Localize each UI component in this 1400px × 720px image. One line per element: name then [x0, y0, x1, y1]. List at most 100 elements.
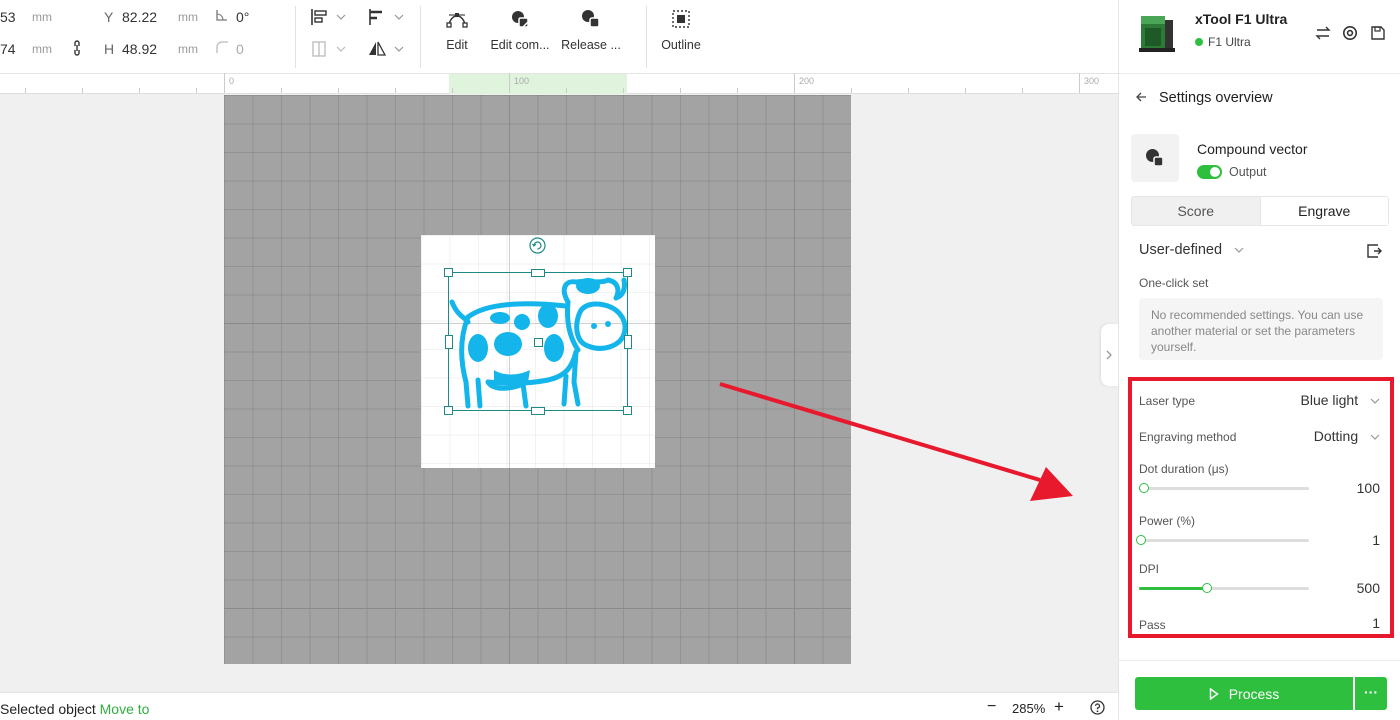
output-label: Output: [1229, 165, 1267, 179]
preset-dropdown[interactable]: User-defined: [1139, 242, 1244, 258]
selection-box[interactable]: [444, 268, 632, 415]
processing-mode-tabs: Score Engrave: [1131, 196, 1389, 226]
power-row: Power (%) 1: [1135, 512, 1382, 552]
resize-handle-bottom-left[interactable]: [444, 406, 453, 415]
canvas-area[interactable]: [0, 95, 1118, 692]
dpi-value[interactable]: 500: [1357, 580, 1380, 596]
ruler-tick: [680, 88, 681, 93]
switch-device-icon[interactable]: [1314, 24, 1332, 42]
slider-knob[interactable]: [1135, 535, 1146, 545]
tab-engrave[interactable]: Engrave: [1259, 197, 1388, 225]
device-image: [1139, 16, 1175, 52]
w-unit: mm: [32, 42, 52, 56]
ruler-tick: [737, 88, 738, 93]
tab-score[interactable]: Score: [1132, 197, 1260, 225]
laser-type-dropdown[interactable]: Blue light: [1301, 392, 1380, 408]
zoom-level[interactable]: 285%: [1012, 701, 1045, 716]
export-preset-icon[interactable]: [1365, 242, 1383, 260]
slider-knob[interactable]: [1139, 483, 1150, 493]
ruler-tick: [25, 88, 26, 93]
h-label: H: [104, 41, 115, 57]
arrange-dropdown[interactable]: [368, 8, 410, 31]
dpi-row: DPI 500: [1139, 560, 1382, 600]
dot-duration-value[interactable]: 100: [1357, 480, 1380, 496]
dot-duration-slider[interactable]: [1139, 483, 1309, 493]
panel-collapse-tab[interactable]: [1101, 324, 1118, 386]
power-value[interactable]: 1: [1372, 532, 1380, 548]
resize-handle-left[interactable]: [445, 335, 453, 349]
chevron-down-icon: [1370, 398, 1380, 405]
laser-type-row: Laser type Blue light: [1139, 392, 1382, 412]
engraving-method-value: Dotting: [1313, 428, 1359, 444]
top-toolbar: 53 mm Y 82.22 mm 0° 74 mm H 48.92 mm 0 E…: [0, 0, 1118, 74]
horizontal-ruler: 0 100 200 300: [0, 73, 1118, 94]
lock-ratio-icon[interactable]: [72, 40, 82, 59]
help-icon[interactable]: [1090, 700, 1105, 715]
flip-dropdown[interactable]: [368, 40, 410, 63]
center-handle[interactable]: [534, 338, 543, 347]
selected-object-label: Selected object: [0, 701, 96, 717]
slider-knob[interactable]: [1202, 583, 1212, 593]
h-value-input[interactable]: 48.92: [122, 41, 157, 57]
ruler-tick: [794, 73, 795, 93]
w-value-input[interactable]: 74: [0, 41, 16, 57]
x-unit: mm: [32, 10, 52, 24]
rotate-angle-icon: [215, 8, 229, 25]
y-label: Y: [104, 9, 114, 25]
resize-handle-top[interactable]: [531, 269, 545, 277]
device-settings-icon[interactable]: [1341, 24, 1359, 42]
zoom-out-button[interactable]: −: [987, 698, 996, 716]
output-toggle[interactable]: [1197, 165, 1222, 179]
resize-handle-top-right[interactable]: [623, 268, 632, 277]
chevron-down-icon: [1234, 247, 1244, 254]
resize-handle-top-left[interactable]: [444, 268, 453, 277]
ruler-tick: [281, 88, 282, 93]
rotate-handle-icon[interactable]: [529, 237, 546, 254]
align-dropdown[interactable]: [310, 8, 352, 31]
distribute-dropdown[interactable]: [310, 40, 352, 63]
engraving-method-dropdown[interactable]: Dotting: [1314, 428, 1380, 444]
process-bar: Process ···: [1119, 660, 1400, 720]
status-bar: Selected object Move to − 285% +: [0, 692, 1118, 720]
zoom-in-button[interactable]: +: [1054, 697, 1064, 717]
preset-value: User-defined: [1139, 242, 1223, 258]
app-window: 53 mm Y 82.22 mm 0° 74 mm H 48.92 mm 0 E…: [0, 0, 1400, 720]
resize-handle-bottom-right[interactable]: [623, 406, 632, 415]
process-button[interactable]: Process: [1135, 677, 1353, 710]
outline-button-label: Outline: [661, 38, 701, 52]
ruler-tick: [452, 88, 453, 93]
y-value-input[interactable]: 82.22: [122, 9, 157, 25]
device-header: xTool F1 Ultra F1 Ultra: [1119, 0, 1400, 74]
angle-value-input[interactable]: 0°: [236, 9, 249, 25]
pass-value[interactable]: 1: [1372, 615, 1380, 631]
ruler-label: 300: [1084, 76, 1100, 86]
resize-handle-bottom[interactable]: [531, 407, 545, 415]
toolbar-divider: [295, 6, 296, 68]
more-options-button[interactable]: ···: [1355, 677, 1387, 710]
h-unit: mm: [178, 42, 198, 56]
move-to-link[interactable]: Move to: [100, 701, 150, 717]
release-compound-button[interactable]: Release ...: [551, 8, 631, 54]
pass-label: Pass: [1139, 618, 1166, 632]
edit-compound-button[interactable]: Edit com...: [480, 8, 560, 54]
ruler-label: 200: [799, 76, 815, 86]
device-model: F1 Ultra: [1208, 35, 1251, 49]
dpi-slider[interactable]: [1139, 583, 1309, 593]
ruler-tick: [338, 88, 339, 93]
power-label: Power (%): [1139, 514, 1196, 528]
corner-radius-input[interactable]: 0: [236, 41, 244, 57]
ruler-tick: [566, 88, 567, 93]
settings-overview-back[interactable]: Settings overview: [1135, 90, 1273, 106]
object-card: Compound vector Output: [1131, 134, 1389, 186]
release-path-icon: [582, 10, 600, 28]
x-value-input[interactable]: 53: [0, 9, 16, 25]
outline-button[interactable]: Outline: [641, 8, 721, 54]
device-status: F1 Ultra: [1195, 35, 1251, 49]
power-slider[interactable]: [1135, 535, 1309, 545]
engraving-method-row: Engraving method Dotting: [1139, 428, 1382, 448]
ruler-tick: [196, 88, 197, 93]
save-icon[interactable]: [1369, 24, 1387, 42]
play-icon: [1209, 687, 1219, 700]
resize-handle-right[interactable]: [624, 335, 632, 349]
process-button-label: Process: [1228, 685, 1280, 702]
